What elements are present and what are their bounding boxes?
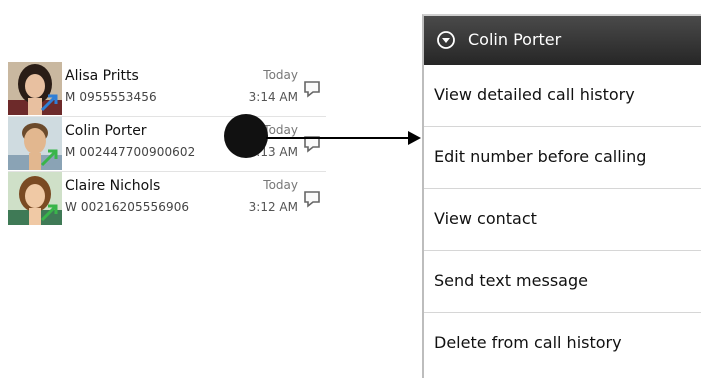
contact-number: W 00216205556906 (65, 200, 190, 214)
contact-number: M 0955553456 (65, 90, 157, 104)
menu-item-label: View detailed call history (434, 85, 635, 104)
context-menu-title: Colin Porter (468, 30, 562, 49)
contact-name: Alisa Pritts (65, 68, 139, 84)
menu-item-label: View contact (434, 209, 537, 228)
call-log-row[interactable]: Alisa Pritts M 0955553456 Today 3:14 AM (8, 62, 326, 115)
context-menu-header: Colin Porter (424, 16, 701, 65)
call-time: 3:14 AM (248, 90, 298, 104)
divider (8, 171, 326, 172)
arrow-icon (266, 131, 421, 145)
message-icon[interactable] (302, 79, 322, 99)
call-date: Today (263, 178, 298, 192)
call-time: 3:12 AM (248, 200, 298, 214)
outgoing-call-arrow-icon (40, 204, 58, 222)
menu-item-view-contact[interactable]: View contact (424, 189, 701, 251)
menu-item-view-call-history[interactable]: View detailed call history (424, 65, 701, 127)
context-menu: Colin Porter View detailed call history … (422, 14, 701, 378)
message-icon[interactable] (302, 189, 322, 209)
contact-number: M 002447700900602 (65, 145, 196, 159)
call-log-row[interactable]: Claire Nichols W 00216205556906 Today 3:… (8, 172, 326, 225)
menu-item-label: Edit number before calling (434, 147, 647, 166)
contact-name: Colin Porter (65, 123, 147, 139)
outgoing-call-arrow-icon (40, 149, 58, 167)
divider (8, 116, 326, 117)
chevron-down-circle-icon (437, 31, 455, 49)
long-press-indicator (224, 114, 268, 158)
menu-item-label: Delete from call history (434, 333, 622, 352)
menu-item-edit-number[interactable]: Edit number before calling (424, 127, 701, 189)
call-direction-icon (40, 94, 58, 112)
menu-item-delete-from-history[interactable]: Delete from call history (424, 313, 701, 375)
call-date: Today (263, 68, 298, 82)
contact-name: Claire Nichols (65, 178, 161, 194)
menu-item-send-text-message[interactable]: Send text message (424, 251, 701, 313)
menu-item-label: Send text message (434, 271, 588, 290)
